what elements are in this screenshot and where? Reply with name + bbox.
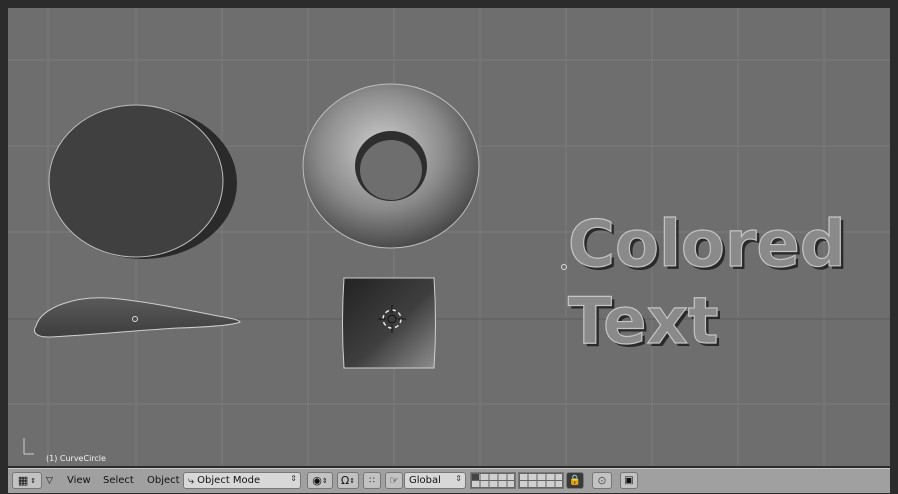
- render-preview-button[interactable]: ▣: [620, 472, 638, 489]
- mode-selector[interactable]: ⤷ Object Mode ⇕: [183, 472, 301, 489]
- mode-selector-label: Object Mode: [197, 475, 261, 486]
- torus-object[interactable]: [302, 83, 480, 249]
- transform-orientation-selector[interactable]: Global ⇕: [404, 472, 466, 489]
- layer-buttons-left[interactable]: [470, 472, 516, 489]
- proportional-edit-button[interactable]: ⊙: [592, 472, 612, 489]
- active-object-label: (1) CurveCircle: [46, 454, 106, 463]
- editor-type-button[interactable]: ▦ ⇕: [12, 472, 42, 489]
- airfoil-curve-object[interactable]: [34, 297, 241, 338]
- pivot-point-button[interactable]: Ω ⇕: [337, 472, 359, 489]
- translate-manipulator-button[interactable]: ☞: [385, 472, 403, 489]
- cube-object[interactable]: [342, 277, 436, 369]
- grid-editor-icon: ▦: [17, 474, 29, 487]
- blender-window: Colored Colored Text Text (1) CurveCircl…: [0, 0, 898, 494]
- proportional-edit-icon: ⊙: [597, 474, 607, 487]
- layer-buttons-right[interactable]: [518, 472, 564, 489]
- layer-grid-icon: [471, 473, 515, 488]
- colored-text-object[interactable]: Colored Colored Text Text: [567, 207, 849, 362]
- curve-circle-object[interactable]: [48, 104, 237, 259]
- 3d-viewport[interactable]: Colored Colored Text Text (1) CurveCircl…: [8, 8, 890, 466]
- layer-grid-icon: [519, 473, 563, 488]
- lock-icon: 🔒: [568, 475, 582, 486]
- viewport-shading-button[interactable]: ◉ ⇕: [307, 472, 333, 489]
- viewport-header: ▦ ⇕ ▽ View Select Object ⤷ Object Mode ⇕ …: [8, 468, 890, 493]
- pivot-icon: Ω: [340, 474, 350, 487]
- text-line2: Text: [568, 285, 718, 359]
- manipulator-toggle[interactable]: ∷: [363, 472, 381, 489]
- menu-object[interactable]: Object: [144, 472, 183, 489]
- text-line1: Colored: [568, 208, 846, 282]
- orientation-selector-label: Global: [409, 475, 441, 486]
- chevron-updown-icon: ⇕: [455, 474, 462, 483]
- hand-icon: ☞: [389, 474, 399, 487]
- chevron-updown-icon: ⇕: [290, 474, 297, 483]
- manipulator-icon: ∷: [369, 475, 375, 486]
- menu-view[interactable]: View: [64, 472, 94, 489]
- object-mode-icon: ⤷: [188, 473, 195, 487]
- camera-icon: ▣: [624, 475, 634, 486]
- lock-layers-button[interactable]: 🔒: [566, 472, 584, 489]
- shading-icon: ◉: [312, 474, 322, 487]
- viewport-canvas[interactable]: Colored Colored Text Text: [8, 8, 890, 466]
- axis-gizmo-icon: [23, 438, 34, 455]
- menu-select[interactable]: Select: [100, 472, 137, 489]
- collapse-menu-icon[interactable]: ▽: [46, 472, 58, 489]
